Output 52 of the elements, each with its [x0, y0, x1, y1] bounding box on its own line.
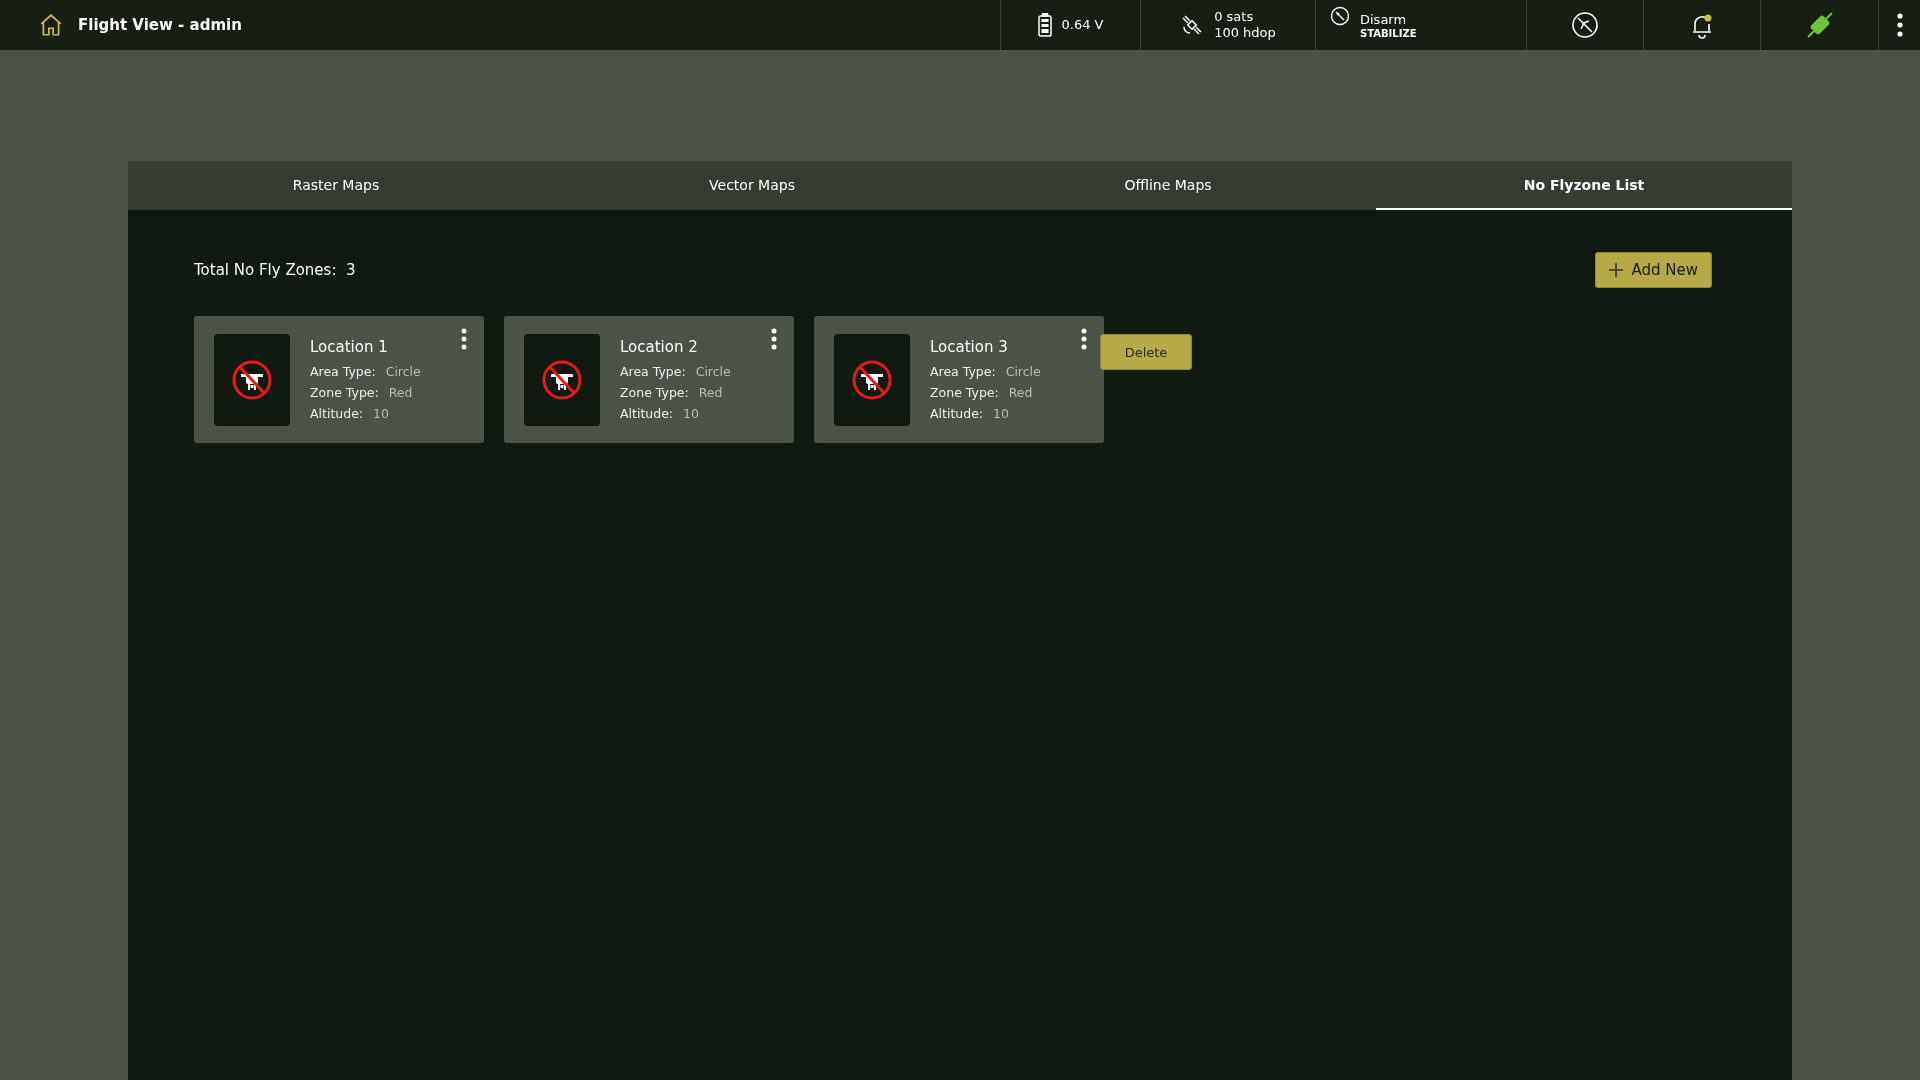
zone-card[interactable]: Location 1 Area Type: Circle Zone Type: Red Altitude: 10 — [194, 316, 484, 443]
tab[interactable]: Offline Maps — [960, 161, 1376, 210]
field-label: Area Type: — [930, 364, 996, 379]
field-value: Circle — [695, 364, 731, 379]
more-icon — [770, 328, 778, 350]
field-label: Zone Type: — [620, 385, 689, 400]
field-label: Altitude: — [620, 406, 674, 421]
compass-off-icon[interactable] — [1570, 10, 1600, 40]
field-label: Altitude: — [930, 406, 984, 421]
no-drone-icon — [851, 358, 893, 401]
more-icon[interactable] — [1895, 13, 1904, 37]
battery-icon — [1037, 13, 1052, 37]
field-label: Area Type: — [310, 364, 376, 379]
zone-name: Location 3 — [930, 338, 1009, 356]
zone-name: Location 1 — [310, 338, 389, 356]
menu-button[interactable] — [1080, 328, 1088, 352]
field-value: 10 — [373, 406, 389, 421]
zone-name: Location 2 — [620, 338, 699, 356]
tab[interactable]: Raster Maps — [128, 161, 544, 210]
field-label: Zone Type: — [930, 385, 999, 400]
field-value: 10 — [683, 406, 699, 421]
field-value: Circle — [385, 364, 421, 379]
plus-icon — [1609, 263, 1624, 277]
field-value: Red — [388, 385, 413, 400]
compass-icon — [1330, 6, 1350, 26]
no-drone-icon — [231, 358, 273, 401]
more-icon — [1080, 328, 1088, 350]
battery-voltage: 0.64 V — [1061, 17, 1104, 33]
flight-mode: STABILIZE — [1360, 27, 1417, 39]
no-drone-icon — [541, 358, 583, 401]
satellite-count: 0 sats — [1214, 9, 1255, 25]
home-icon[interactable] — [38, 12, 64, 38]
tab[interactable]: No Flyzone List — [1376, 161, 1792, 210]
hdop-value: 100 hdop — [1214, 25, 1276, 41]
field-value: Circle — [1005, 364, 1041, 379]
menu-button[interactable] — [770, 328, 778, 352]
menu-button[interactable] — [460, 328, 468, 352]
zone-card[interactable]: Location 2 Area Type: Circle Zone Type: Red Altitude: 10 — [504, 316, 794, 443]
arm-status: Disarm — [1360, 11, 1408, 28]
field-label: Zone Type: — [310, 385, 379, 400]
field-label: Area Type: — [620, 364, 686, 379]
add-new-button[interactable]: Add New — [1595, 252, 1712, 288]
field-value: Red — [698, 385, 723, 400]
field-value: 10 — [993, 406, 1009, 421]
field-value: Red — [1008, 385, 1033, 400]
delete-menu-item[interactable]: Delete — [1100, 334, 1192, 370]
field-label: Altitude: — [310, 406, 364, 421]
zone-count-label: Total No Fly Zones: 3 — [194, 261, 356, 279]
more-icon — [460, 328, 468, 350]
zone-card[interactable]: Location 3 Area Type: Circle Zone Type: Red Altitude: 10 — [814, 316, 1104, 443]
window-title: Flight View - admin — [78, 16, 242, 34]
tab[interactable]: Vector Maps — [544, 161, 960, 210]
